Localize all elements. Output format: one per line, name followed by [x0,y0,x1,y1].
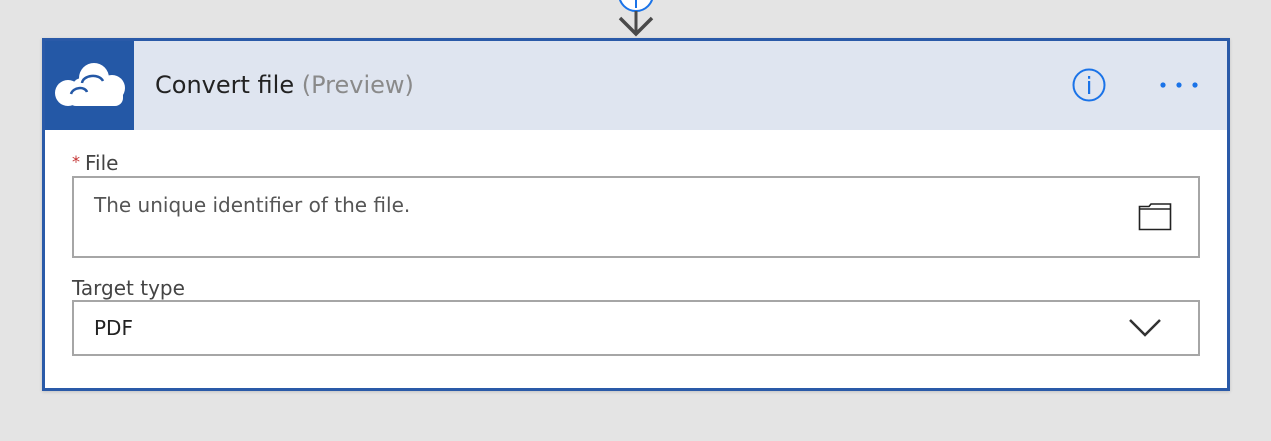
required-marker: * [72,152,80,171]
onedrive-logo [45,41,134,130]
file-field-label: * File [72,150,118,175]
card-title-text: Convert file [155,71,295,99]
file-input[interactable]: The unique identifier of the file. [72,176,1200,258]
info-button[interactable] [1072,68,1106,102]
chevron-down-icon [1129,319,1161,337]
file-picker-button[interactable] [1137,200,1173,232]
onedrive-cloud-icon [54,62,125,106]
ellipsis-icon [1160,82,1198,88]
step-connector [612,0,660,40]
card-header[interactable]: Convert file (Preview) [45,41,1227,130]
file-input-placeholder: The unique identifier of the file. [94,193,411,217]
file-label-text: File [85,151,119,175]
folder-icon [1138,203,1172,231]
action-card: Convert file (Preview) * File The unique … [42,38,1230,391]
info-icon [1072,68,1106,102]
card-title: Convert file (Preview) [155,69,414,101]
target-type-label: Target type [72,276,185,300]
preview-badge: (Preview) [301,71,414,99]
connector-arrow-icon [618,0,654,37]
more-options-button[interactable] [1155,70,1203,100]
target-type-value: PDF [94,316,133,340]
target-type-select[interactable]: PDF [72,300,1200,356]
